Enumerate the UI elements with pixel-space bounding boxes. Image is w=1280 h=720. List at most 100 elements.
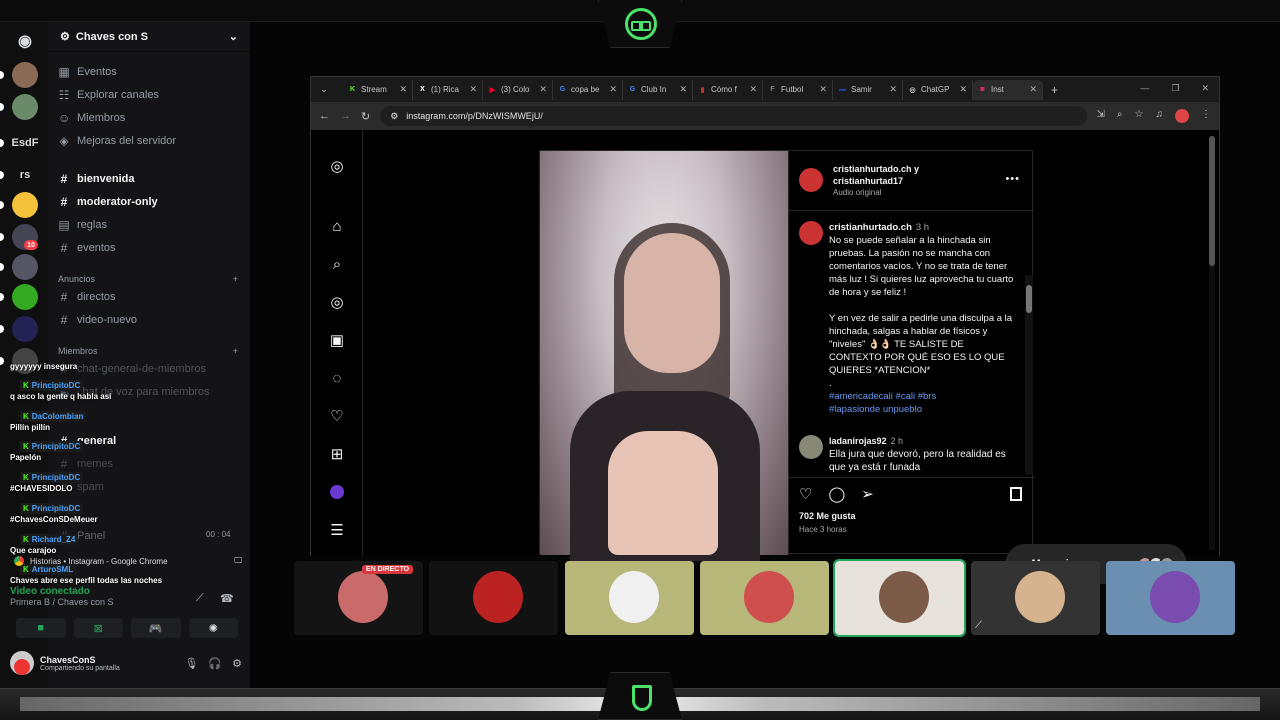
browser-tab[interactable]: ◙ Inst ✕ bbox=[973, 79, 1043, 100]
participant-tile[interactable] bbox=[565, 561, 694, 635]
media-icon[interactable]: ♫ bbox=[1156, 109, 1164, 123]
close-tab-icon[interactable]: ✕ bbox=[469, 84, 477, 95]
caption-scrollbar[interactable] bbox=[1025, 275, 1033, 475]
reels-icon[interactable]: ▣ bbox=[327, 330, 347, 350]
screen-share-item[interactable]: Historias • Instagram - Google Chrome 🖵 bbox=[14, 554, 242, 568]
profile-icon[interactable] bbox=[327, 482, 347, 502]
screen-share-button[interactable]: ⊠ bbox=[73, 618, 123, 638]
scrollbar-thumb[interactable] bbox=[1026, 285, 1032, 313]
create-icon[interactable]: ⊞ bbox=[327, 444, 347, 464]
comment-user[interactable]: ladanirojas92 bbox=[829, 436, 887, 446]
reload-icon[interactable]: ↻ bbox=[361, 110, 370, 123]
monitor-icon[interactable]: 🖵 bbox=[234, 556, 242, 566]
participant-tile[interactable] bbox=[833, 559, 966, 637]
server-icon[interactable] bbox=[12, 254, 38, 280]
server-icon[interactable]: EsdF bbox=[12, 130, 38, 156]
url-field[interactable]: ⚙ instagram.com/p/DNzWISMWEjU/ bbox=[380, 106, 1087, 126]
more-menu-icon[interactable]: ☰ bbox=[327, 520, 347, 540]
disconnect-icon[interactable]: ☎ bbox=[220, 592, 234, 605]
back-icon[interactable]: ← bbox=[319, 110, 330, 122]
scrollbar-thumb[interactable] bbox=[1209, 136, 1215, 266]
chat-username[interactable]: K PrincipitoDC bbox=[20, 472, 84, 483]
close-tab-icon[interactable]: ✕ bbox=[819, 84, 827, 95]
reel-video[interactable] bbox=[540, 151, 788, 561]
avatar[interactable] bbox=[799, 221, 823, 245]
share-icon[interactable]: ➢ bbox=[861, 485, 874, 503]
likes-count[interactable]: 702 Me gusta bbox=[799, 511, 856, 521]
coauthor-name[interactable]: cristianhurtad17 bbox=[833, 175, 919, 187]
channel-directos[interactable]: # directos bbox=[58, 287, 116, 307]
soundboard-button[interactable]: ✺ bbox=[188, 618, 238, 638]
participant-tile[interactable]: EN DIRECTO bbox=[294, 561, 423, 635]
menu-kebab-icon[interactable]: ⋮ bbox=[1201, 109, 1211, 123]
plus-icon[interactable]: + bbox=[233, 274, 238, 284]
channel-memes[interactable]: # memes bbox=[58, 454, 113, 474]
menu-boosts[interactable]: ◈ Mejoras del servidor bbox=[58, 131, 176, 151]
voice-location[interactable]: Primera B / Chaves con S bbox=[10, 597, 242, 607]
avatar[interactable] bbox=[10, 651, 34, 675]
browser-tab[interactable]: F Futbol ✕ bbox=[763, 79, 833, 100]
zoom-icon[interactable]: ⌕ bbox=[1117, 109, 1123, 123]
headphones-icon[interactable]: 🎧 bbox=[208, 657, 222, 670]
chat-username[interactable]: K DaColombian bbox=[20, 411, 87, 422]
more-options-icon[interactable]: ••• bbox=[1005, 173, 1020, 185]
guild-header[interactable]: ⚙ Chaves con S ⌄ bbox=[48, 22, 250, 52]
close-tab-icon[interactable]: ✕ bbox=[749, 84, 757, 95]
hashtags-line-2[interactable]: #lapasionde unpueblo bbox=[829, 404, 922, 415]
microphone-icon[interactable]: 🎙 bbox=[184, 657, 198, 670]
close-tab-icon[interactable]: ✕ bbox=[609, 84, 617, 95]
chat-username[interactable]: K Richard_Z4 bbox=[20, 534, 79, 545]
menu-events[interactable]: ▦ Eventos bbox=[58, 62, 116, 82]
browser-tab[interactable]: ▬ Samir ✕ bbox=[833, 79, 903, 100]
browser-tab[interactable]: Gcopa be ✕ bbox=[553, 79, 623, 100]
browser-tab[interactable]: ▶ (3) Colo ✕ bbox=[483, 79, 553, 100]
install-icon[interactable]: ⇲ bbox=[1097, 109, 1105, 123]
gear-icon[interactable]: ⚙ bbox=[232, 657, 242, 670]
server-icon[interactable] bbox=[12, 284, 38, 310]
browser-tab[interactable]: X (1) Rica ✕ bbox=[413, 79, 483, 100]
chevron-down-icon[interactable]: ⌄ bbox=[229, 30, 238, 43]
save-bookmark-icon[interactable] bbox=[1010, 487, 1022, 501]
category-miembros[interactable]: Miembros + bbox=[58, 346, 238, 356]
like-heart-icon[interactable]: ♡ bbox=[799, 485, 812, 503]
chat-username[interactable]: K PrincipitoDC bbox=[20, 380, 84, 391]
channel-chat-general[interactable]: # chat-general-de-miembros bbox=[58, 359, 206, 379]
bookmark-star-icon[interactable]: ☆ bbox=[1135, 109, 1144, 123]
discord-home-icon[interactable]: ◉ bbox=[12, 28, 38, 54]
close-tab-icon[interactable]: ✕ bbox=[679, 84, 687, 95]
channel-reglas[interactable]: ▤ reglas bbox=[58, 215, 107, 235]
close-tab-icon[interactable]: ✕ bbox=[399, 84, 407, 95]
home-icon[interactable]: ⌂ bbox=[327, 216, 347, 236]
plus-icon[interactable]: + bbox=[233, 346, 238, 356]
participant-tile[interactable]: ⟋ bbox=[971, 561, 1100, 635]
server-icon[interactable] bbox=[12, 94, 38, 120]
channel-video-nuevo[interactable]: # video-nuevo bbox=[58, 310, 137, 330]
server-icon[interactable]: rs bbox=[12, 162, 38, 188]
explore-icon[interactable]: ◎ bbox=[327, 292, 347, 312]
server-icon[interactable] bbox=[12, 316, 38, 342]
server-icon[interactable] bbox=[12, 192, 38, 218]
audio-label[interactable]: Audio original bbox=[833, 187, 919, 199]
channel-eventos[interactable]: # eventos bbox=[58, 238, 116, 258]
category-anuncios[interactable]: Anuncios + bbox=[58, 274, 238, 284]
browser-tab[interactable]: ◎ ChatGP ✕ bbox=[903, 79, 973, 100]
noise-suppression-icon[interactable]: ⟋ bbox=[196, 592, 204, 605]
participant-tile[interactable] bbox=[700, 561, 829, 635]
close-tab-icon[interactable]: ✕ bbox=[889, 84, 897, 95]
new-tab-button[interactable]: + bbox=[1051, 83, 1058, 97]
maximize-icon[interactable]: ❐ bbox=[1171, 83, 1179, 94]
messenger-icon[interactable]: ◌ bbox=[327, 368, 347, 388]
avatar[interactable] bbox=[799, 168, 823, 192]
browser-tab[interactable]: ▮ Cómo f ✕ bbox=[693, 79, 763, 100]
heart-icon[interactable]: ♡ bbox=[327, 406, 347, 426]
browser-tab[interactable]: G Club In ✕ bbox=[623, 79, 693, 100]
forward-icon[interactable]: → bbox=[340, 110, 351, 122]
profile-avatar[interactable] bbox=[1175, 109, 1189, 123]
minimize-icon[interactable]: — bbox=[1140, 83, 1149, 94]
participant-tile[interactable] bbox=[429, 561, 558, 635]
camera-button[interactable]: ■ bbox=[16, 618, 66, 638]
site-info-icon[interactable]: ⚙ bbox=[390, 111, 398, 122]
caption-user[interactable]: cristianhurtado.ch bbox=[829, 222, 912, 233]
close-icon[interactable]: ✕ bbox=[1201, 83, 1209, 94]
close-tab-icon[interactable]: ✕ bbox=[1029, 84, 1037, 95]
